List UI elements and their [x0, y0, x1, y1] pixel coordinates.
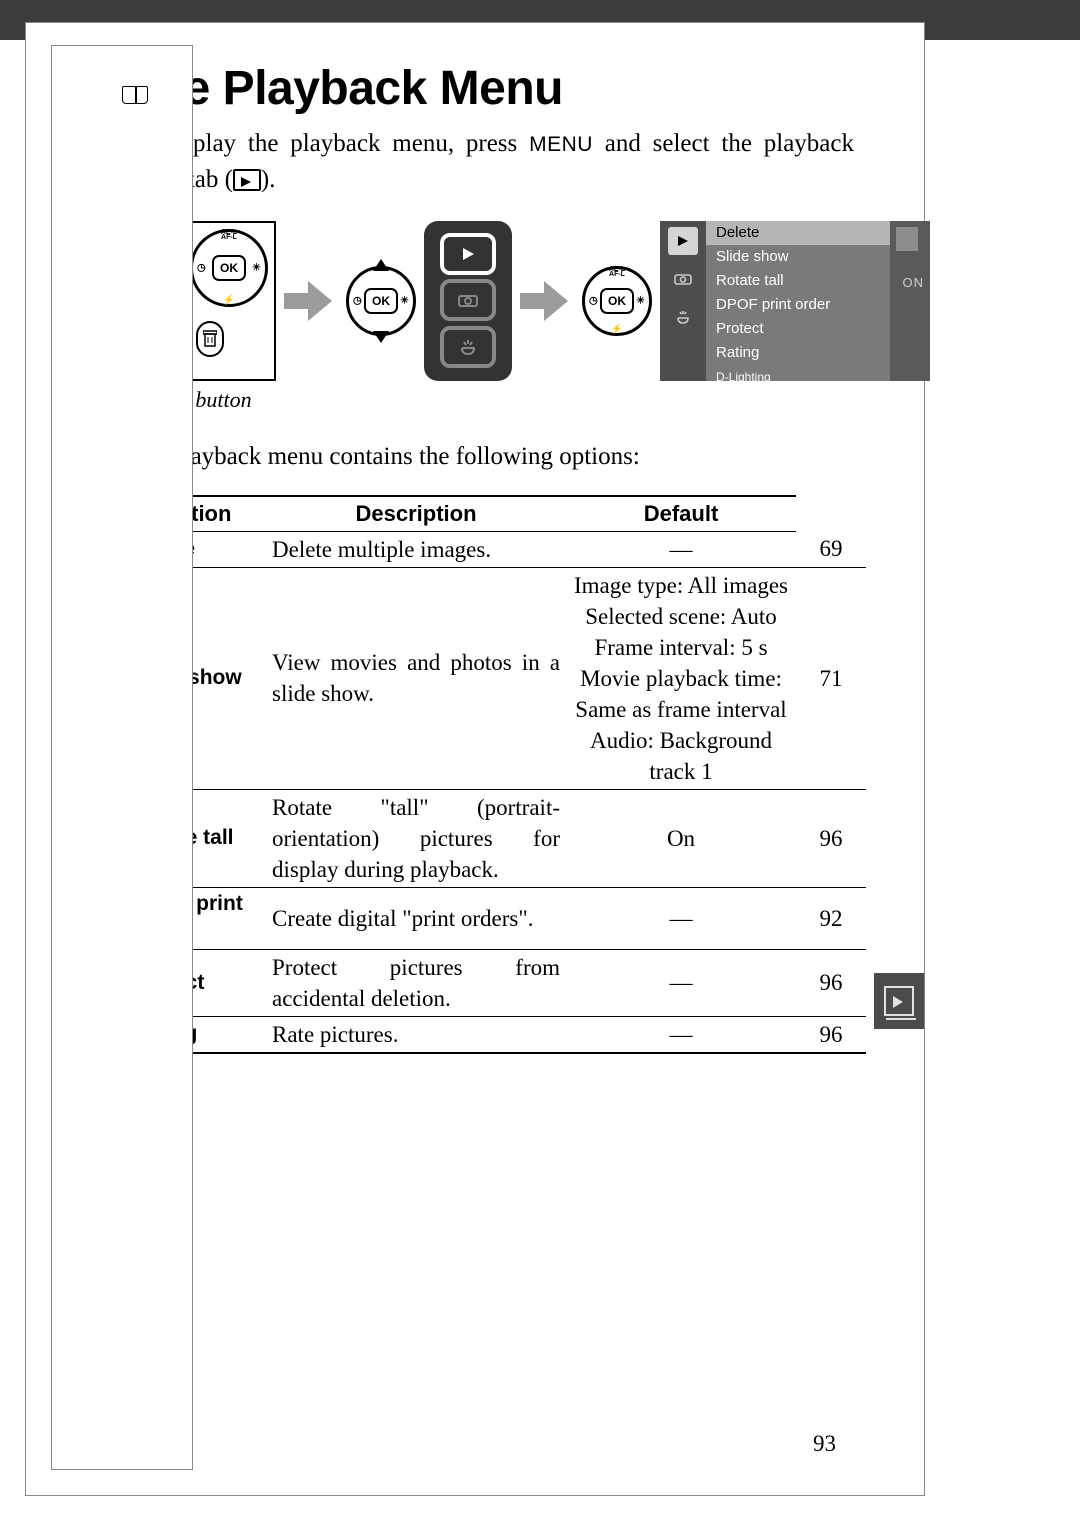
camera-menu-list: Delete Slide show Rotate tall DPOF print… [706, 221, 890, 381]
ok-button: OK [364, 288, 398, 314]
default-cell: — [566, 1016, 796, 1053]
description-cell: View movies and photos in a slide show. [266, 567, 566, 789]
menu-item-dlighting: D-Lighting [706, 365, 890, 381]
playback-tab-icon [233, 169, 261, 191]
shooting-tab-icon [440, 279, 496, 321]
default-cell: — [566, 531, 796, 567]
column-header-default: Default [566, 496, 796, 532]
exposure-icon: ☀ [252, 262, 261, 273]
table-row: Protect Protect pictures from accidental… [126, 949, 866, 1016]
intro-paragraph: To display the playback menu, press MENU… [126, 126, 854, 199]
playback-tab-icon [440, 233, 496, 275]
default-cell: — [566, 949, 796, 1016]
menu-item-delete: Delete [706, 221, 890, 245]
shooting-tab-icon [668, 265, 698, 293]
setup-tab-icon [440, 326, 496, 368]
menu-item-slideshow: Slide show [706, 245, 890, 269]
lead-paragraph: The playback menu contains the following… [126, 443, 854, 471]
page-number: 93 [813, 1431, 836, 1457]
description-cell: Protect pictures from accidental deletio… [266, 949, 566, 1016]
timer-icon: ◷ [353, 295, 362, 306]
camera-menu-screenshot: Delete Slide show Rotate tall DPOF print… [660, 221, 930, 381]
playback-icon [884, 986, 914, 1016]
playback-tab-icon [668, 227, 698, 255]
intro-text-3: ). [261, 166, 276, 193]
default-cell: On [566, 789, 796, 887]
page-cell: 96 [796, 789, 866, 887]
default-cell: — [566, 888, 796, 950]
description-cell: Rotate "tall" (portrait-orientation) pic… [266, 789, 566, 887]
table-row: DPOF print order Create digital "print o… [126, 888, 866, 950]
table-row: Rating Rate pictures. — 96 [126, 1016, 866, 1053]
ok-button: OK [212, 255, 246, 281]
description-cell: Create digital "print orders". [266, 888, 566, 950]
instruction-diagram: OK AE-LAF-L ⚡ ◷ ☀ MENU OK ◷ [126, 221, 854, 381]
table-row: Rotate tall Rotate "tall" (portrait-orie… [126, 789, 866, 887]
description-cell: Rate pictures. [266, 1016, 566, 1053]
page-cell: 96 [796, 1016, 866, 1053]
down-arrow-icon [373, 331, 389, 343]
ae-af-lock-icon: AE-LAF-L [221, 230, 237, 241]
timer-icon: ◷ [589, 295, 598, 306]
exposure-icon: ☀ [636, 295, 645, 306]
menu-tab-column [424, 221, 512, 381]
playback-options-table: Option Description Default Delete Delete… [126, 495, 866, 1054]
page-cell: 96 [796, 949, 866, 1016]
menu-item-protect: Protect [706, 317, 890, 341]
ok-button: OK [600, 288, 634, 314]
rotate-tall-value: ON [903, 275, 925, 290]
description-cell: Delete multiple images. [266, 531, 566, 567]
column-header-description: Description [266, 496, 566, 532]
page-ref-icon [122, 86, 148, 104]
menu-item-rotate-tall: Rotate tall [706, 269, 890, 293]
menu-button-caption: MENU button [126, 387, 854, 413]
menu-item-dpof: DPOF print order [706, 293, 890, 317]
camera-menu-sidebar [660, 221, 706, 381]
multiselector-dial: OK AE-LAF-L ⚡ ◷ ☀ [190, 229, 268, 307]
ae-af-lock-icon: AE-LAF-L [609, 267, 625, 278]
column-header-page [51, 45, 193, 1470]
setup-tab-icon [668, 303, 698, 331]
section-tab-playback [874, 973, 924, 1029]
menu-word: MENU [529, 133, 593, 156]
default-cell: Image type: All images Selected scene: A… [566, 567, 796, 789]
camera-menu-scrollbar: ON [890, 221, 930, 381]
scrollbar-thumb [896, 227, 918, 251]
exposure-icon: ☀ [400, 295, 409, 306]
delete-button [196, 321, 224, 357]
page-cell: 92 [796, 888, 866, 950]
page-cell: 71 [796, 567, 866, 789]
page: The Playback Menu To display the playbac… [25, 22, 925, 1496]
multiselector-up-down: OK ◷ ☀ [346, 266, 416, 336]
page-cell: 69 [796, 531, 866, 567]
multiselector-ok: OK AE-LAF-L ⚡ ◷ ☀ [582, 266, 652, 336]
arrow-right-icon [520, 281, 574, 321]
menu-item-rating: Rating [706, 341, 890, 365]
up-arrow-icon [373, 259, 389, 271]
flash-icon: ⚡ [611, 324, 623, 335]
timer-icon: ◷ [197, 262, 206, 273]
page-title: The Playback Menu [126, 61, 854, 116]
arrow-right-icon [284, 281, 338, 321]
caption-text: button [190, 387, 252, 412]
table-row: Delete Delete multiple images. — 69 [126, 531, 866, 567]
table-row: Slide show View movies and photos in a s… [126, 567, 866, 789]
flash-icon: ⚡ [223, 295, 235, 306]
